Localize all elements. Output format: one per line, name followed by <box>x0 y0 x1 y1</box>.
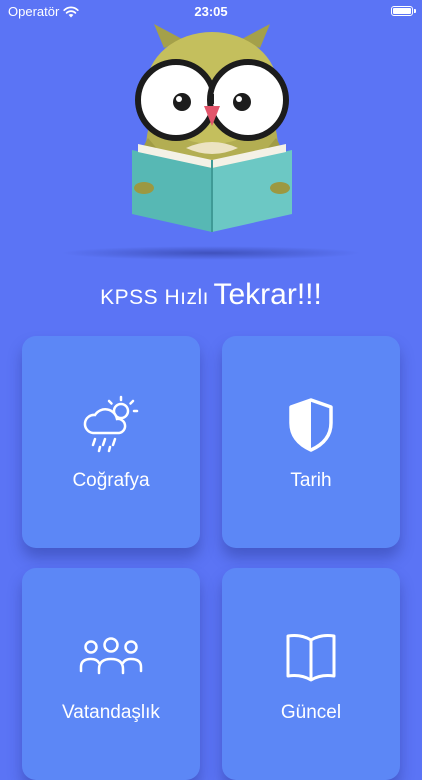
battery-icon <box>391 6 416 16</box>
category-label: Tarih <box>290 470 332 491</box>
category-card-cografya[interactable]: Coğrafya <box>22 336 200 548</box>
category-label: Vatandaşlık <box>62 702 160 723</box>
category-label: Güncel <box>280 702 342 723</box>
people-icon <box>79 637 143 675</box>
shield-icon <box>289 398 333 452</box>
category-card-vatandaslik[interactable]: Vatandaşlık <box>22 568 200 780</box>
category-card-guncel[interactable]: Güncel <box>222 568 400 780</box>
weather-icon <box>83 395 139 453</box>
category-card-tarih[interactable]: Tarih <box>222 336 400 548</box>
title-emphasis: Tekrar!!! <box>213 278 322 311</box>
owl-reading-illustration <box>132 24 292 232</box>
book-icon <box>286 634 336 682</box>
status-time: 23:05 <box>194 4 228 19</box>
category-label: Coğrafya <box>72 470 150 491</box>
app-title: KPSS Hızlı Tekrar!!! <box>0 278 422 312</box>
hero-divider-shadow <box>60 246 362 260</box>
title-prefix: KPSS Hızlı <box>100 286 210 309</box>
